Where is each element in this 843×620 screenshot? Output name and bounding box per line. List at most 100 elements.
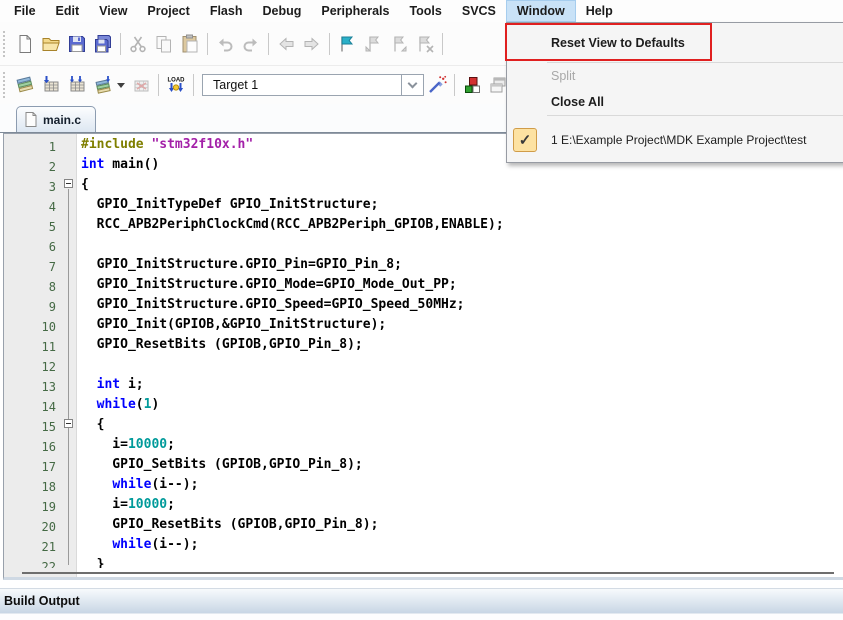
menu-flash[interactable]: Flash [200,0,253,22]
code-line: 14 while(1) [4,397,843,417]
code-line: 8 GPIO_InitStructure.GPIO_Mode=GPIO_Mode… [4,277,843,297]
copy-button [151,31,177,57]
bookmark-prev-icon [363,34,383,54]
menu-item-label: 1 E:\Example Project\MDK Example Project… [551,133,806,147]
menu-item-close-all[interactable]: Close All [507,89,843,115]
toolbar-grip[interactable] [3,31,10,57]
line-number: 13 [4,377,56,397]
save-button[interactable] [64,31,90,57]
menu-view[interactable]: View [89,0,137,22]
save-icon [67,34,87,54]
line-number: 19 [4,497,56,517]
code-editor[interactable]: 1#include "stm32f10x.h"2int main()3{4 GP… [3,133,843,580]
svg-text:LOAD: LOAD [168,78,186,84]
code-text: GPIO_ResetBits (GPIOB,GPIO_Pin_8); [77,337,363,357]
line-number: 21 [4,537,56,557]
tab-main-c[interactable]: main.c [16,106,96,132]
code-text: int main() [77,157,159,177]
open-folder-icon [41,34,61,54]
target-selector-value[interactable]: Target 1 [202,74,402,96]
code-text: { [77,417,104,437]
code-text: GPIO_InitStructure.GPIO_Pin=GPIO_Pin_8; [77,257,402,277]
code-line: 19 i=10000; [4,497,843,517]
line-number: 14 [4,397,56,417]
bookmark-prev-button [360,31,386,57]
fold-marker-icon[interactable] [64,419,73,428]
debug-session-button[interactable] [459,72,485,98]
menu-peripherals[interactable]: Peripherals [311,0,399,22]
menu-item-reset-view-to-defaults[interactable]: Reset View to Defaults [507,23,843,62]
undo-button [212,31,238,57]
menu-edit[interactable]: Edit [46,0,90,22]
line-number: 3 [4,177,56,197]
bookmark-next-button [386,31,412,57]
code-line: 3{ [4,177,843,197]
line-number: 6 [4,237,56,257]
build-button[interactable] [38,72,64,98]
code-text [77,237,81,257]
line-number: 20 [4,517,56,537]
toolbar-separator [454,74,455,96]
code-text: while(i--); [77,477,198,497]
line-number: 11 [4,337,56,357]
build-output-header[interactable]: Build Output [0,588,843,613]
code-text: int i; [77,377,144,397]
chevron-down-icon[interactable] [117,83,125,88]
uvision-window: FileEditViewProjectFlashDebugPeripherals… [0,0,843,620]
code-line: 6 [4,237,843,257]
translate-button[interactable] [12,72,38,98]
horizontal-scrollbar[interactable] [22,572,834,574]
fold-line [68,189,69,565]
fold-marker-icon[interactable] [64,179,73,188]
cut-button [125,31,151,57]
bookmark-button[interactable] [334,31,360,57]
flash-config-wand-button[interactable] [424,72,450,98]
document-icon [25,112,37,127]
line-number: 22 [4,557,56,568]
load-button[interactable]: LOAD [163,72,189,98]
menu-project[interactable]: Project [137,0,199,22]
line-number: 7 [4,257,56,277]
rebuild-button[interactable] [64,72,90,98]
code-text: } [77,557,104,568]
build-output-title: Build Output [4,594,80,608]
code-text: GPIO_InitStructure.GPIO_Speed=GPIO_Speed… [77,297,465,317]
code-text: #include "stm32f10x.h" [77,137,253,157]
code-line: 11 GPIO_ResetBits (GPIOB,GPIO_Pin_8); [4,337,843,357]
redo-icon [241,34,261,54]
code-line: 7 GPIO_InitStructure.GPIO_Pin=GPIO_Pin_8… [4,257,843,277]
menu-file[interactable]: File [4,0,46,22]
line-number: 18 [4,477,56,497]
line-number: 8 [4,277,56,297]
line-number: 4 [4,197,56,217]
target-selector[interactable]: Target 1 [202,74,424,96]
code-text: while(1) [77,397,159,417]
code-text: GPIO_ResetBits (GPIOB,GPIO_Pin_8); [77,517,378,537]
batch-build-button[interactable] [90,72,116,98]
menu-window[interactable]: Window [506,0,576,22]
code-text: GPIO_InitStructure.GPIO_Mode=GPIO_Mode_O… [77,277,457,297]
code-line: 5 RCC_APB2PeriphClockCmd(RCC_APB2Periph_… [4,217,843,237]
cut-icon [128,34,148,54]
toolbar-separator [120,33,121,55]
menu-svcs[interactable]: SVCS [452,0,506,22]
menu-debug[interactable]: Debug [252,0,311,22]
build-icon [41,75,61,95]
bookmark-clear-button [412,31,438,57]
menu-tools[interactable]: Tools [399,0,451,22]
paste-button [177,31,203,57]
code-line: 12 [4,357,843,377]
redo-button [238,31,264,57]
save-all-button[interactable] [90,31,116,57]
toolbar-grip[interactable] [3,72,10,98]
window-dropdown-menu: Reset View to DefaultsSplitClose All✓1 E… [506,22,843,163]
menu-item-1-e-example-project-mdk-exampl[interactable]: ✓1 E:\Example Project\MDK Example Projec… [507,125,843,155]
translate-icon [15,75,35,95]
line-number: 9 [4,297,56,317]
menu-help[interactable]: Help [576,0,623,22]
target-selector-dropdown[interactable] [402,74,424,96]
toolbar-separator [442,33,443,55]
new-file-button[interactable] [12,31,38,57]
open-folder-button[interactable] [38,31,64,57]
code-line: 17 GPIO_SetBits (GPIOB,GPIO_Pin_8); [4,457,843,477]
